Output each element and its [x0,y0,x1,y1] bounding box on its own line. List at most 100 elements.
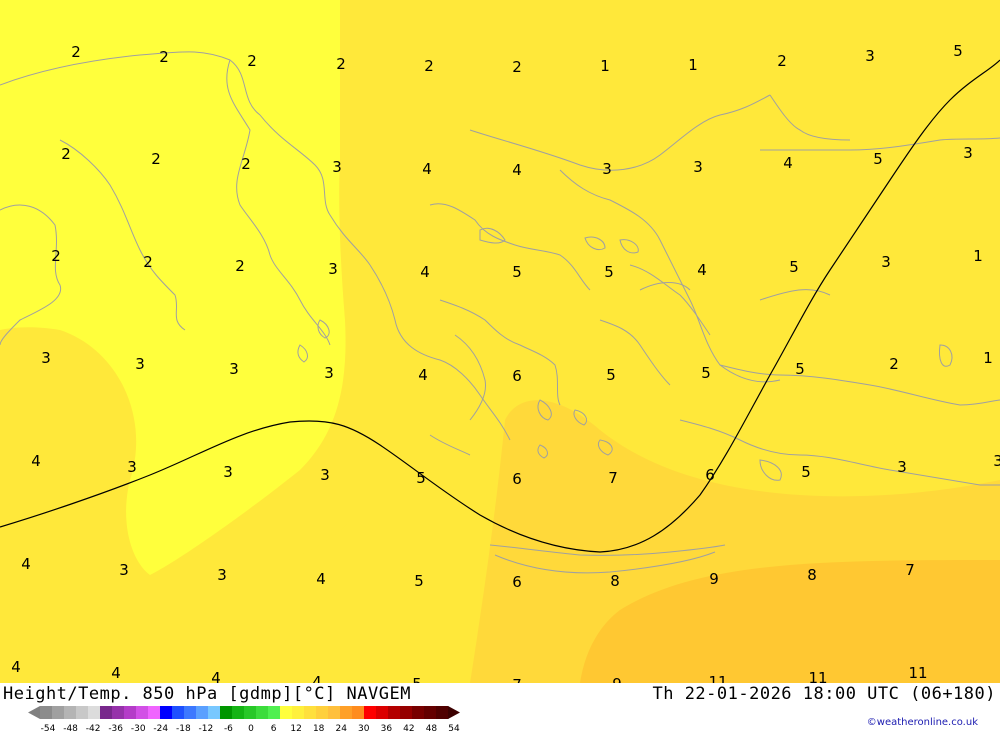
value-label: 4 [31,452,41,470]
value-label: 3 [993,452,1000,470]
value-label: 2 [71,43,81,61]
value-label: 1 [688,56,698,74]
scale-tick-label: 6 [271,724,277,733]
map-title: Height/Temp. 850 hPa [gdmp][°C] NAVGEM [3,684,411,704]
color-scale-bar [28,706,460,719]
scale-tick-label: 42 [403,724,414,733]
scale-swatch [112,706,125,719]
value-label: 5 [416,469,426,487]
value-label: 5 [795,360,805,378]
value-label: 1 [983,349,993,367]
value-label: 2 [512,58,522,76]
value-label: 5 [606,366,616,384]
scale-swatch [364,706,377,719]
scale-swatch [196,706,209,719]
value-label: 11 [808,669,827,683]
color-scale-legend: -54 -48 -42 -36 -30 -24 -18 -12 -6 0 6 12 18 24 30 36 42… [28,706,460,733]
scale-swatch [352,706,365,719]
value-label: 1 [600,57,610,75]
value-label: 7 [905,561,915,579]
value-label: 4 [420,263,430,281]
scale-swatch [124,706,137,719]
scale-swatch [340,706,353,719]
value-label: 3 [135,355,145,373]
scale-swatch [400,706,413,719]
scale-swatch [136,706,149,719]
scale-tick-label: -30 [131,724,146,733]
value-label: 3 [41,349,51,367]
value-label: 4 [418,366,428,384]
scale-tick-label: -48 [63,724,78,733]
scale-arrow-right [448,706,460,719]
value-label: 2 [336,55,346,73]
value-label: 9 [612,675,622,683]
scale-tick-label: -6 [224,724,233,733]
value-label: 6 [705,466,715,484]
scale-tick-label: -36 [108,724,123,733]
scale-swatch [208,706,221,719]
value-label: 8 [610,572,620,590]
scale-swatch [100,706,113,719]
value-label: 3 [865,47,875,65]
scale-swatch [316,706,329,719]
value-label: 4 [11,658,21,676]
scale-swatch [232,706,245,719]
value-label: 2 [424,57,434,75]
value-label: 4 [21,555,31,573]
value-label: 7 [512,676,522,683]
value-label: 11 [908,664,927,682]
value-label: 5 [801,463,811,481]
value-label: 4 [422,160,432,178]
value-label: 3 [324,364,334,382]
value-label: 5 [604,263,614,281]
value-label: 7 [608,469,618,487]
scale-swatch [280,706,293,719]
value-label: 4 [783,154,793,172]
value-label: 2 [143,253,153,271]
scale-tick-label: 0 [248,724,254,733]
scale-swatch [292,706,305,719]
scale-swatch [436,706,449,719]
value-label: 3 [223,463,233,481]
value-label: 3 [320,466,330,484]
scale-swatch [376,706,389,719]
value-label: 11 [708,673,727,683]
credit-text: ©weatheronline.co.uk [866,717,978,728]
value-label: 3 [332,158,342,176]
value-label: 9 [709,570,719,588]
value-label: 4 [111,664,121,682]
scale-tick-label: 54 [448,724,460,733]
scale-swatch [220,706,233,719]
scale-swatch [256,706,269,719]
weather-map: 2 2 2 2 2 2 1 1 2 3 52 2 2 3 4 4 3 3 4 5 32 2 2 3 4 5 5 4 5 3 13 3 3 3 4 6 5… [0,0,1000,683]
value-label: 6 [512,470,522,488]
scale-tick-label: 12 [290,724,301,733]
scale-swatch [88,706,101,719]
value-label: 2 [241,155,251,173]
scale-swatch [328,706,341,719]
value-label: 3 [328,260,338,278]
value-label: 3 [127,458,137,476]
scale-tick-label: 30 [358,724,370,733]
scale-tick-label: 24 [335,724,347,733]
scale-swatch [64,706,77,719]
value-label: 3 [693,158,703,176]
scale-tick-label: -42 [86,724,101,733]
value-label: 3 [217,566,227,584]
value-label: 2 [61,145,71,163]
value-label: 2 [235,257,245,275]
scale-arrow-left [28,706,40,719]
scale-swatch [160,706,173,719]
color-scale-ticks: -54 -48 -42 -36 -30 -24 -18 -12 -6 0 6 12 18 24 30 36 42… [41,724,460,733]
value-label: 2 [51,247,61,265]
scale-swatch [412,706,425,719]
scale-tick-label: 18 [313,724,325,733]
scale-swatch [148,706,161,719]
scale-tick-label: -24 [153,724,168,733]
value-label: 5 [953,42,963,60]
value-label: 6 [512,573,522,591]
map-datetime: Th 22-01-2026 18:00 UTC (06+180) [652,684,996,704]
value-label: 2 [151,150,161,168]
scale-swatch [304,706,317,719]
scale-tick-label: 36 [381,724,393,733]
